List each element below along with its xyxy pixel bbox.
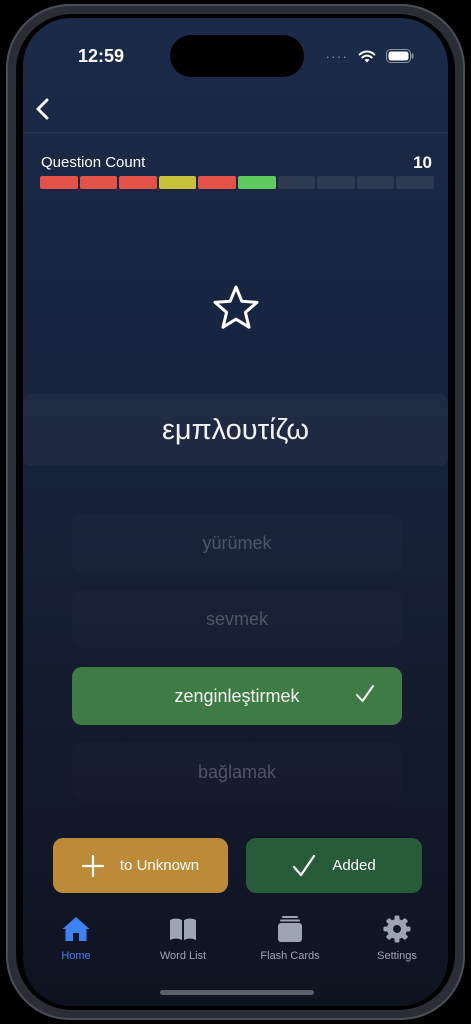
chevron-left-icon [36,98,49,120]
question-progress-bar [40,176,434,189]
checkmark-icon [356,685,374,702]
progress-segment-3 [119,176,157,189]
answer-option-3-correct[interactable]: zenginleştirmek [72,667,402,725]
answer-option-2[interactable]: sevmek [72,590,402,648]
tab-flash-cards[interactable]: Flash Cards [240,914,340,962]
progress-segment-1 [40,176,78,189]
added-label: Added [332,857,376,874]
tab-home[interactable]: Home [26,914,126,962]
cards-icon [278,916,302,942]
back-button[interactable] [31,92,61,126]
add-to-unknown-label: to Unknown [119,857,200,874]
answer-option-label: bağlamak [197,761,277,782]
progress-segment-7 [277,176,316,189]
progress-segment-6 [237,176,276,189]
answer-option-4[interactable]: bağlamak [72,743,402,801]
cellular-dots-icon: ···· [325,48,348,64]
home-indicator [160,990,314,995]
answer-option-label: zenginleştirmek [174,685,300,706]
favorite-button[interactable] [211,283,261,333]
dynamic-island [170,35,304,77]
nav-divider [23,132,448,133]
progress-segment-2 [79,176,118,189]
answer-option-1[interactable]: yürümek [72,514,402,572]
tab-settings-label: Settings [377,950,417,962]
progress-segment-8 [317,176,355,189]
progress-segment-4 [158,176,197,189]
battery-icon [386,49,414,63]
question-count-value: 10 [413,153,432,172]
wifi-icon [358,50,376,63]
tab-word-list[interactable]: Word List [133,914,233,962]
tab-bar: Home Word List Flash Cards Settings [23,908,448,978]
tab-home-label: Home [61,950,91,962]
app-screen: 12:59 ···· Question Count 10 εμπλουτίζω … [23,18,448,1006]
answer-option-label: sevmek [205,608,268,629]
star-icon [213,285,259,329]
question-word: εμπλουτίζω [23,394,448,466]
progress-segment-9 [356,176,395,189]
status-time: 12:59 [78,46,125,66]
question-count-label: Question Count [41,154,146,171]
tab-settings[interactable]: Settings [347,914,447,962]
progress-segment-10 [396,176,434,189]
tab-flash-cards-label: Flash Cards [260,950,320,962]
plus-icon [81,854,104,877]
add-to-unknown-button[interactable]: to Unknown [53,838,228,893]
gear-icon [383,915,411,943]
tab-word-list-label: Word List [159,950,207,962]
house-icon [62,917,90,941]
progress-segment-5 [198,176,236,189]
book-icon [170,918,196,940]
added-button[interactable]: Added [246,838,422,893]
status-icons: ···· [325,48,414,64]
checkmark-icon [293,854,316,876]
answer-option-label: yürümek [202,532,272,553]
